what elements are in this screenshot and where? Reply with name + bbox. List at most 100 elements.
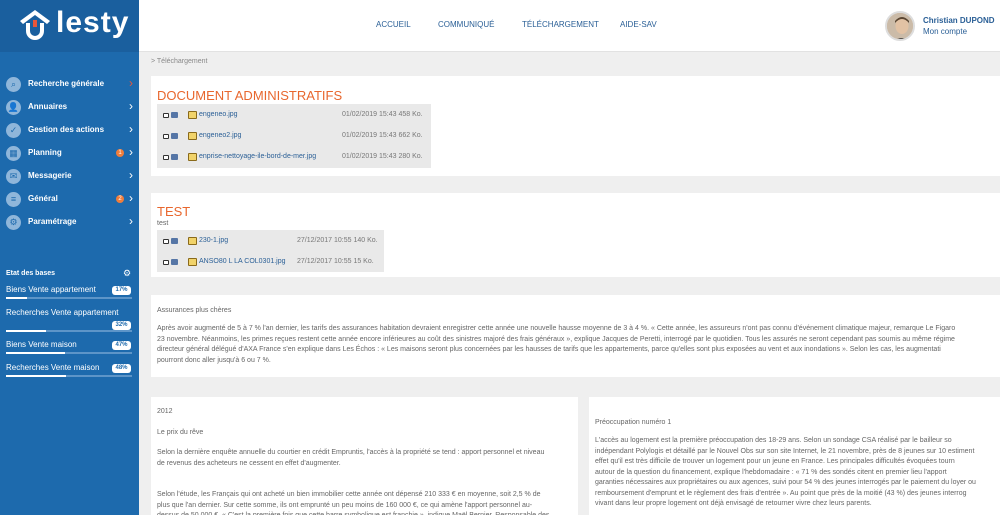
chevron-right-icon: › [129,214,133,228]
file-row: engeneo2.jpg 01/02/2019 15:43 662 Ko. [157,127,431,149]
sidebar: lesty ⌕ Recherche générale › 👤 Annuaires › ✓ Ge… [0,0,139,515]
base-item[interactable]: Recherches Vente appartement 32% [0,308,139,334]
base-percent-badge: 48% [112,364,131,373]
envelope-icon: ✉ [6,169,21,184]
base-progress-track [6,352,132,354]
base-progress-fill [6,297,28,299]
share-icon[interactable] [171,133,178,139]
download-icon[interactable] [163,113,169,118]
chevron-right-icon: › [129,145,133,159]
chevron-right-icon: › [129,76,133,90]
bases-title: Etat des bases [6,270,56,277]
base-progress-fill [6,352,66,354]
image-file-icon [188,258,197,266]
base-progress-fill [6,330,47,332]
article-prix-du-reve: 2012 Le prix du rêve Selon la dernière e… [151,397,578,515]
article-line: 23 novembre. Néanmoins, les primes reçue… [157,335,955,343]
avatar[interactable] [885,11,915,41]
base-progress-track [6,330,132,332]
gear-icon[interactable]: ⚙ [123,268,131,279]
calendar-icon: ▦ [6,146,21,161]
sidebar-item-label: Recherche générale [28,79,105,88]
file-list: engeneo.jpg 01/02/2019 15:43 458 Ko. engen… [157,104,431,168]
user-photo-icon [887,13,913,39]
article-line: L'accès au logement est la première préo… [595,437,952,444]
file-link[interactable]: engeneo2.jpg [199,132,241,139]
article-line: directeur général délégué d'AXA France s… [157,346,941,353]
file-link[interactable]: engeneo.jpg [199,111,238,118]
share-icon[interactable] [171,112,178,118]
download-icon[interactable] [163,239,169,244]
sidebar-item-label: Messagerie [28,171,72,180]
nav-telechargement[interactable]: TÉLÉCHARGEMENT [522,20,599,29]
article-line: Après avoir augmenté de 5 à 7 % l'an der… [157,325,956,332]
database-icon: ≡ [6,192,21,207]
logo[interactable]: lesty [0,0,139,52]
base-progress-fill [6,375,67,377]
download-icon[interactable] [163,260,169,265]
sidebar-item-label: Paramétrage [28,217,77,226]
file-link[interactable]: 230-1.jpg [199,237,228,244]
article-line: indépendant Polylogis et détaillé par le… [595,447,975,455]
base-label: Biens Vente appartement [6,285,96,294]
sidebar-item-6[interactable]: ⚙ Paramétrage › [0,212,139,234]
file-row: ANSO80 L LA COL0301.jpg 27/12/2017 10:55 … [157,253,384,275]
article-line: de revenus des acheteurs ne cessent en e… [157,459,341,467]
sidebar-item-2[interactable]: ✓ Gestion des actions › [0,120,139,142]
article-preoccupation: Préoccupation numéro 1 L'accès au logeme… [589,397,1000,515]
file-list: 230-1.jpg 27/12/2017 10:55 140 Ko. ANSO80 … [157,230,384,272]
base-item[interactable]: Recherches Vente maison 48% [0,363,139,389]
article-line [157,469,549,480]
section-card-test: TEST test 230-1.jpg 27/12/2017 10:55 140 … [151,193,1000,277]
section-subtitle: test [157,220,169,227]
check-icon: ✓ [6,123,21,138]
image-file-icon [188,111,197,119]
sidebar-item-label: Planning [28,148,62,157]
file-link[interactable]: enprise-nettoyage-ile-bord-de-mer.jpg [199,153,316,160]
article-line: Selon la dernière enquête annuelle du co… [157,449,545,456]
base-percent-badge: 47% [112,341,131,350]
chevron-right-icon: › [129,99,133,113]
sidebar-item-1[interactable]: 👤 Annuaires › [0,97,139,119]
sidebar-item-0[interactable]: ⌕ Recherche générale › [0,74,139,96]
user-name[interactable]: Christian DUPOND [923,16,995,25]
article-line: effet qu'il est très difficile de trouve… [595,458,955,465]
base-percent-badge: 17% [112,286,131,295]
article-line: autour de la question du financement, ex… [595,468,947,476]
base-progress-track [6,297,132,299]
house-logo-icon [20,10,50,40]
nav-aide-sav[interactable]: AIDE-SAV [620,20,657,29]
nav-communique[interactable]: COMMUNIQUÉ [438,20,494,29]
share-icon[interactable] [171,238,178,244]
file-date: 27/12/2017 10:55 15 Ko. [297,258,374,265]
nav-accueil[interactable]: ACCUEIL [376,20,411,29]
sidebar-item-5[interactable]: ≡ Général 2 › [0,189,139,211]
my-account-link[interactable]: Mon compte [923,27,967,36]
notification-badge: 2 [116,195,124,203]
article-assurances: Assurances plus chères Après avoir augme… [151,295,1000,377]
image-file-icon [188,237,197,245]
share-icon[interactable] [171,154,178,160]
file-link[interactable]: ANSO80 L LA COL0301.jpg [199,258,286,265]
article-line: vivant dans leur propre logement ont déj… [595,500,872,507]
file-row: 230-1.jpg 27/12/2017 10:55 140 Ko. [157,232,384,254]
article-line: plus que l'an dernier. Sur cette somme, … [157,501,533,509]
image-file-icon [188,132,197,140]
top-bar: ACCUEIL COMMUNIQUÉ TÉLÉCHARGEMENT AIDE-S… [139,0,1000,52]
file-date: 01/02/2019 15:43 662 Ko. [342,132,423,139]
base-label: Recherches Vente appartement [6,308,119,317]
app-name: lesty [56,6,130,39]
article-title: Assurances plus chères [157,307,232,314]
download-icon[interactable] [163,134,169,139]
sidebar-item-4[interactable]: ✉ Messagerie › [0,166,139,188]
sidebar-item-3[interactable]: ▦ Planning 1 › [0,143,139,165]
base-percent-badge: 32% [112,321,131,330]
chevron-right-icon: › [129,122,133,136]
share-icon[interactable] [171,259,178,265]
image-file-icon [188,153,197,161]
file-row: enprise-nettoyage-ile-bord-de-mer.jpg 01/… [157,148,431,170]
notification-badge: 1 [116,149,124,157]
article-year: 2012 [157,408,173,415]
base-label: Biens Vente maison [6,340,77,349]
download-icon[interactable] [163,155,169,160]
